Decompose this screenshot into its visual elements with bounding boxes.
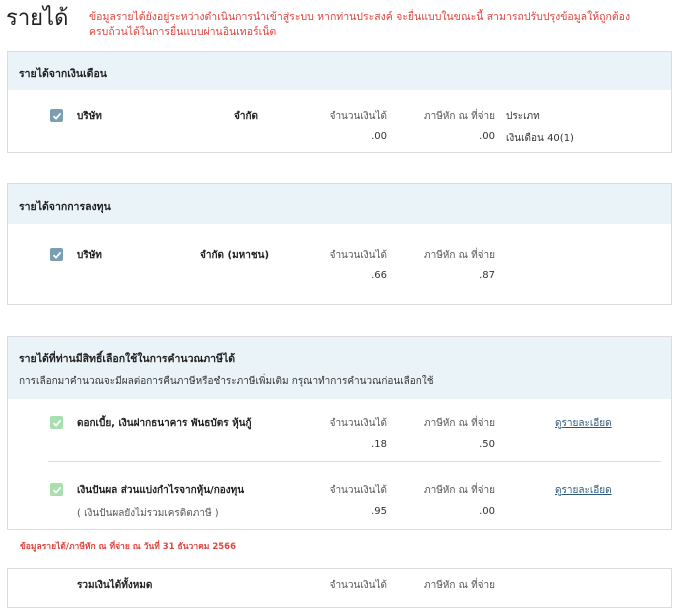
salary-amount-label: จำนวนเงินได้ (329, 111, 387, 122)
interest-details-link[interactable]: ดูรายละเอียด (555, 416, 612, 431)
check-icon (52, 251, 61, 259)
salary-tax-label: ภาษีหัก ณ ที่จ่าย (423, 111, 495, 122)
optional-card-header: รายได้ที่ท่านมีสิทธิ์เลือกใช้ในการคำนวณภ… (8, 337, 671, 399)
total-income-card: รวมเงินได้ทั้งหมด จำนวนเงินได้ ภาษีหัก ณ… (7, 568, 672, 608)
optional-income-card: รายได้ที่ท่านมีสิทธิ์เลือกใช้ในการคำนวณภ… (7, 336, 672, 530)
dividend-amount-label: จำนวนเงินได้ (329, 485, 387, 496)
salary-tax-value: .00 (479, 131, 495, 142)
salary-type-value: เงินเดือน 40(1) (506, 133, 574, 144)
salary-checkbox[interactable] (50, 109, 63, 122)
salary-amount-value: .00 (371, 131, 387, 142)
dividend-note: ( เงินปันผลยังไม่รวมเครดิตภาษี ) (77, 508, 219, 519)
investment-card-title: รายได้จากการลงทุน (19, 201, 111, 213)
interest-label: ดอกเบี้ย, เงินฝากธนาคาร พันธบัตร หุ้นกู้ (77, 418, 252, 429)
page-title: รายได้ (6, 6, 69, 31)
investment-checkbox[interactable] (50, 248, 63, 261)
interest-tax-label: ภาษีหัก ณ ที่จ่าย (423, 418, 495, 429)
dividend-tax-value: .00 (479, 506, 495, 517)
check-icon (52, 112, 61, 120)
investment-tax-value: .87 (479, 270, 495, 281)
salary-card-title: รายได้จากเงินเดือน (19, 68, 107, 80)
total-tax-label: ภาษีหัก ณ ที่จ่าย (423, 580, 495, 591)
investment-company-prefix: บริษัท (77, 250, 102, 261)
dividend-amount-value: .95 (371, 506, 387, 517)
total-amount-label: จำนวนเงินได้ (329, 580, 387, 591)
investment-company-suffix: จำกัด (มหาชน) (200, 250, 270, 261)
data-date-note: ข้อมูลรายได้/ภาษีหัก ณ ที่จ่าย ณ วันที่ … (20, 542, 237, 552)
optional-card-subtitle: การเลือกมาคำนวณจะมีผลต่อการคืนภาษีหรือชำ… (19, 376, 434, 387)
import-warning: ข้อมูลรายได้ยังอยู่ระหว่างดำเนินการนำเข้… (89, 11, 631, 38)
investment-amount-value: .66 (371, 270, 387, 281)
investment-tax-label: ภาษีหัก ณ ที่จ่าย (423, 250, 495, 261)
investment-income-card: รายได้จากการลงทุน บริษัท จำกัด (มหาชน) จ… (7, 183, 672, 305)
dividend-tax-label: ภาษีหัก ณ ที่จ่าย (423, 485, 495, 496)
dividend-label: เงินปันผล ส่วนแบ่งกำไรจากหุ้น/กองทุน (77, 485, 245, 496)
salary-company-suffix: จำกัด (234, 111, 259, 122)
dividend-checkbox[interactable] (50, 483, 63, 496)
salary-type-label: ประเภท (506, 111, 540, 122)
interest-checkbox[interactable] (50, 416, 63, 429)
total-label: รวมเงินได้ทั้งหมด (77, 580, 153, 591)
investment-amount-label: จำนวนเงินได้ (329, 250, 387, 261)
check-icon (52, 419, 61, 427)
salary-income-card: รายได้จากเงินเดือน บริษัท จำกัด จำนวนเงิ… (7, 51, 672, 153)
salary-company-prefix: บริษัท (77, 111, 102, 122)
check-icon (52, 486, 61, 494)
item-divider (48, 461, 661, 462)
interest-amount-value: .18 (371, 439, 387, 450)
optional-card-title: รายได้ที่ท่านมีสิทธิ์เลือกใช้ในการคำนวณภ… (19, 353, 236, 365)
interest-amount-label: จำนวนเงินได้ (329, 418, 387, 429)
investment-card-header: รายได้จากการลงทุน (8, 184, 671, 224)
salary-card-header: รายได้จากเงินเดือน (8, 52, 671, 90)
interest-tax-value: .50 (479, 439, 495, 450)
dividend-details-link[interactable]: ดูรายละเอียด (555, 483, 612, 498)
